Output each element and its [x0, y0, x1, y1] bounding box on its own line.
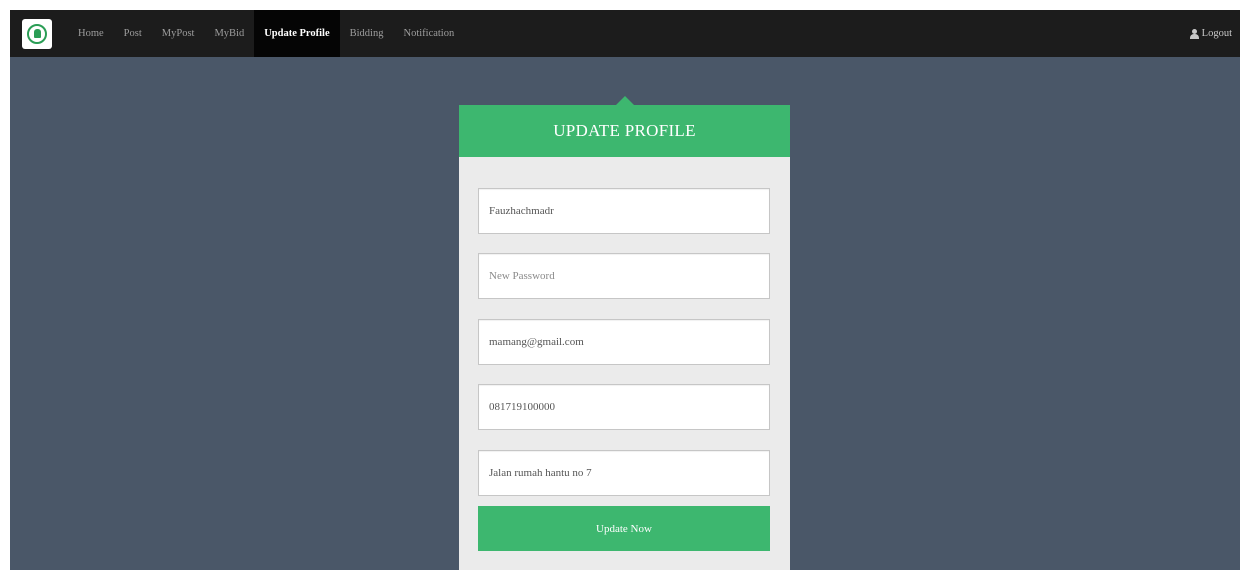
logout-link[interactable]: Logout	[1189, 10, 1232, 57]
form-title: UPDATE PROFILE	[459, 105, 790, 157]
nav-item-mypost[interactable]: MyPost	[152, 10, 205, 57]
nav-item-home[interactable]: Home	[68, 10, 114, 57]
nav-item-bidding[interactable]: Bidding	[340, 10, 394, 57]
nav-item-notification[interactable]: Notification	[393, 10, 464, 57]
phone-field[interactable]	[478, 384, 770, 430]
address-field[interactable]	[478, 450, 770, 496]
new-password-field[interactable]	[478, 253, 770, 299]
card-pointer	[616, 96, 634, 105]
nav-menu: Home Post MyPost MyBid Update Profile Bi…	[68, 10, 464, 57]
nav-item-update-profile[interactable]: Update Profile	[254, 10, 340, 57]
update-profile-card: UPDATE PROFILE Update Now	[459, 96, 790, 570]
logout-label: Logout	[1201, 28, 1232, 39]
app-frame: Home Post MyPost MyBid Update Profile Bi…	[10, 10, 1240, 570]
top-navbar: Home Post MyPost MyBid Update Profile Bi…	[10, 10, 1240, 57]
nav-item-post[interactable]: Post	[114, 10, 152, 57]
user-icon	[1189, 28, 1199, 39]
site-logo[interactable]	[22, 18, 52, 49]
nav-item-mybid[interactable]: MyBid	[204, 10, 254, 57]
logo-icon	[27, 23, 47, 44]
username-field[interactable]	[478, 188, 770, 234]
update-now-button[interactable]: Update Now	[478, 506, 770, 551]
email-field[interactable]	[478, 319, 770, 365]
